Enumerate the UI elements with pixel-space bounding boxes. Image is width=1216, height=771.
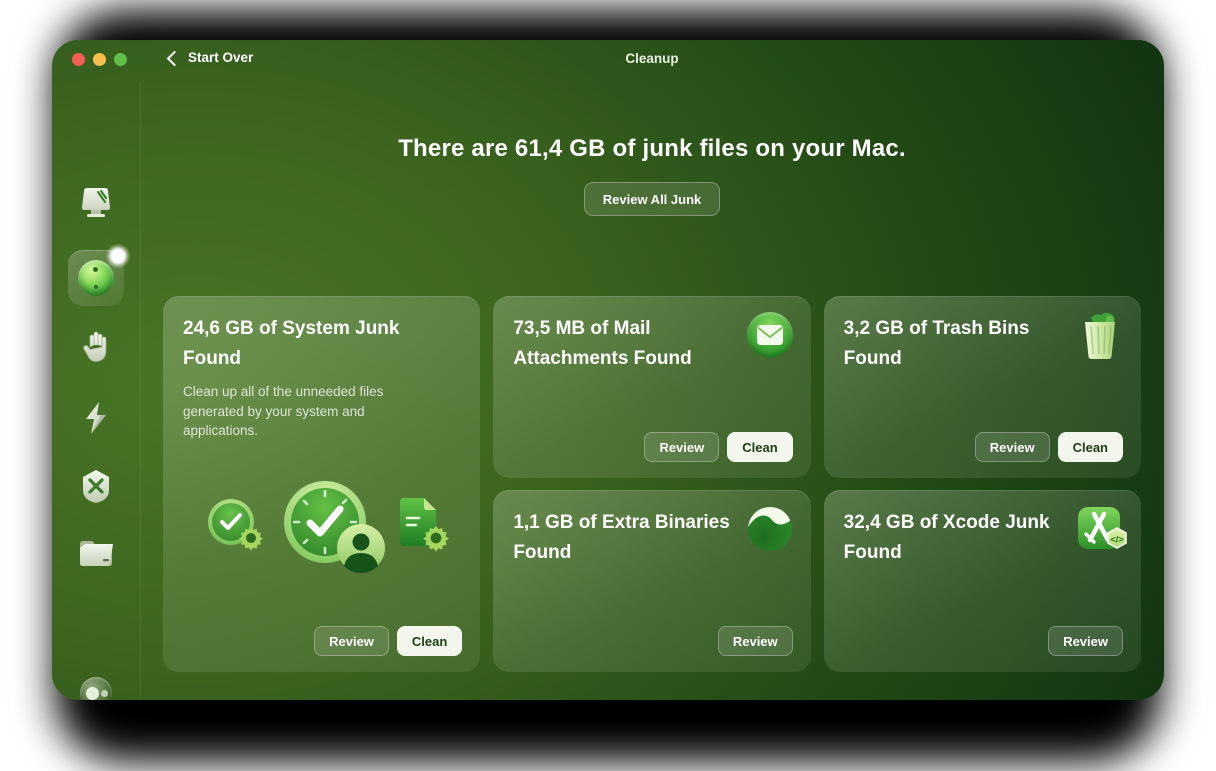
card-actions: Review Clean <box>314 626 463 656</box>
hand-icon <box>78 329 114 367</box>
trash-bin-icon <box>1077 312 1123 359</box>
clean-button[interactable]: Clean <box>727 432 793 462</box>
user-badge-icon <box>336 523 386 578</box>
sidebar-item-files[interactable] <box>76 536 116 570</box>
mail-icon <box>746 312 793 358</box>
junk-summary-headline: There are 61,4 GB of junk files on your … <box>398 135 906 162</box>
sidebar-item-monitor[interactable] <box>76 185 116 221</box>
card-mail-attachments[interactable]: 73,5 MB of Mail Attachments Found Review… <box>493 296 811 478</box>
system-junk-icon-cluster <box>163 464 480 584</box>
review-button[interactable]: Review <box>314 626 389 656</box>
gear-badge-icon <box>422 524 450 557</box>
sidebar-item-cleanup-selected[interactable] <box>68 244 130 306</box>
card-title: 24,6 GB of System Junk Found <box>183 318 400 369</box>
card-actions: Review <box>717 626 793 656</box>
start-over-button[interactable]: Start Over <box>166 50 254 66</box>
zoom-window-button[interactable] <box>114 53 127 66</box>
card-extra-binaries[interactable]: 1,1 GB of Extra Binaries Found Review <box>493 490 811 672</box>
clock-check-user-icon <box>282 479 385 573</box>
window-title: Cleanup <box>625 51 679 66</box>
screenshot-stage: Start Over Cleanup There are 61,4 GB of … <box>0 0 1216 771</box>
card-system-junk[interactable]: 24,6 GB of System Junk Found Clean up al… <box>163 296 481 672</box>
card-actions: Review Clean <box>644 432 793 462</box>
titlebar: Start Over Cleanup <box>52 40 1164 82</box>
sidebar <box>52 82 141 700</box>
card-actions: Review Clean <box>974 432 1123 462</box>
lightning-icon <box>81 400 111 436</box>
apps-shield-icon <box>77 468 115 506</box>
start-over-label: Start Over <box>188 50 254 65</box>
sidebar-item-lightning[interactable] <box>81 400 111 436</box>
sidebar-item-apps[interactable] <box>77 468 115 506</box>
selected-tile-background <box>68 244 130 306</box>
minimize-window-button[interactable] <box>93 53 106 66</box>
folder-icon <box>76 536 116 570</box>
assistant-orb-icon <box>80 677 112 700</box>
document-gear-icon <box>394 496 449 553</box>
clean-button[interactable]: Clean <box>396 626 463 656</box>
review-button[interactable]: Review <box>644 432 720 462</box>
gear-badge-icon <box>238 525 264 556</box>
traffic-lights <box>72 53 127 66</box>
clean-button[interactable]: Clean <box>1057 432 1123 462</box>
review-button[interactable]: Review <box>1048 626 1123 656</box>
cleanup-cards-grid: 24,6 GB of System Junk Found Clean up al… <box>163 296 1141 672</box>
card-trash-bins[interactable]: 3,2 GB of Trash Bins Found Review Clean <box>823 296 1141 478</box>
monitor-icon <box>76 185 116 221</box>
clock-check-gear-icon <box>206 497 263 552</box>
review-button[interactable]: Review <box>717 626 793 656</box>
card-actions: Review <box>1048 626 1123 656</box>
cleanup-ball-icon <box>78 260 114 296</box>
sidebar-item-hand[interactable] <box>78 329 114 367</box>
binaries-icon <box>747 506 793 552</box>
app-window: Start Over Cleanup There are 61,4 GB of … <box>52 40 1164 700</box>
glow-dot-badge <box>106 244 130 268</box>
review-button[interactable]: Review <box>974 432 1050 462</box>
card-xcode-junk[interactable]: 32,4 GB of Xcode Junk Found </> Review <box>823 490 1141 672</box>
review-all-row: Review All Junk <box>163 182 1141 216</box>
review-all-junk-button[interactable]: Review All Junk <box>583 182 721 216</box>
xcode-icon: </> <box>1077 506 1127 552</box>
svg-text:</>: </> <box>1110 535 1123 545</box>
sidebar-footer-assistant[interactable] <box>80 677 112 700</box>
card-description: Clean up all of the unneeded files gener… <box>183 384 384 439</box>
chevron-left-icon <box>166 50 183 66</box>
close-window-button[interactable] <box>72 53 85 66</box>
